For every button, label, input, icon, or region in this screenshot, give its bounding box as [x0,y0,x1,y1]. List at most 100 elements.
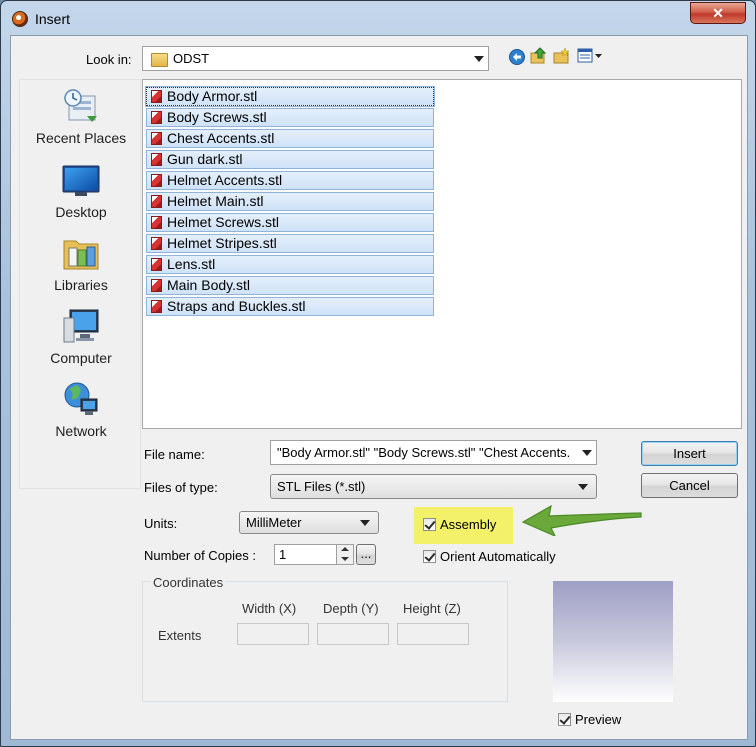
file-item[interactable]: Gun dark.stl [146,150,434,169]
file-item[interactable]: Straps and Buckles.stl [146,297,434,316]
place-label: Network [55,423,107,439]
depth-label: Depth (Y) [323,601,379,616]
place-libraries[interactable]: Libraries [20,235,142,293]
stl-file-icon [151,279,162,292]
file-item[interactable]: Chest Accents.stl [146,129,434,148]
place-label: Computer [50,350,112,366]
preview-label[interactable]: Preview [575,712,621,727]
units-value: MilliMeter [246,515,302,530]
place-desktop[interactable]: Desktop [20,162,142,220]
spin-up-icon[interactable] [341,547,349,551]
insert-button[interactable]: Insert [641,441,738,466]
file-name-label: File name: [144,447,205,462]
orient-label[interactable]: Orient Automatically [440,549,556,564]
file-item[interactable]: Body Screws.stl [146,108,434,127]
place-label: Desktop [55,204,107,220]
units-dropdown[interactable]: MilliMeter [239,511,379,534]
insert-dialog: Insert ✕ Look in: ODST Recent Places Des… [0,0,756,747]
up-folder-icon[interactable] [530,47,548,65]
look-in-dropdown[interactable]: ODST [142,46,489,71]
stl-file-icon [151,132,162,145]
extents-label: Extents [158,628,202,643]
view-menu-icon[interactable] [577,47,605,65]
preview-checkbox[interactable] [558,713,571,726]
stl-file-icon [151,90,162,103]
file-item[interactable]: Body Armor.stl [145,86,435,107]
height-label: Height (Z) [403,601,461,616]
stl-file-icon [151,237,162,250]
place-label: Libraries [54,277,108,293]
file-type-dropdown[interactable]: STL Files (*.stl) [270,474,597,499]
recent-places-icon [64,89,97,122]
network-icon [64,382,98,415]
width-label: Width (X) [242,601,297,616]
file-name: Helmet Stripes.stl [167,235,277,251]
copies-input[interactable]: 1 [274,544,337,565]
place-network[interactable]: Network [20,381,142,439]
file-name: Helmet Main.stl [167,193,264,209]
units-label: Units: [144,516,178,531]
place-computer[interactable]: Computer [20,308,142,366]
look-in-label: Look in: [86,52,132,67]
chevron-down-icon [578,484,588,490]
look-in-value: ODST [173,51,210,66]
place-label: Recent Places [35,130,127,146]
chevron-down-icon[interactable] [582,450,592,456]
file-list[interactable]: Body Armor.stl Body Screws.stl Chest Acc… [142,79,742,429]
back-icon[interactable] [508,48,526,66]
file-name-combo[interactable]: "Body Armor.stl" "Body Screws.stl" "Ches… [270,440,597,465]
cancel-button[interactable]: Cancel [641,473,738,498]
file-item[interactable]: Main Body.stl [146,276,434,295]
chevron-down-icon [474,56,484,62]
title-bar[interactable]: Insert ✕ [1,1,756,35]
file-name: Body Armor.stl [167,88,258,104]
stl-file-icon [151,111,162,124]
new-folder-icon[interactable] [553,47,571,65]
stl-file-icon [151,195,162,208]
chevron-down-icon [360,520,370,526]
file-name: Helmet Screws.stl [167,214,280,230]
stl-file-icon [151,300,162,313]
app-icon [12,11,28,27]
window-title: Insert [35,11,71,27]
file-item[interactable]: Helmet Main.stl [146,192,434,211]
file-name-value[interactable]: "Body Armor.stl" "Body Screws.stl" "Ches… [277,445,574,460]
stl-file-icon [151,258,162,271]
copies-stepper[interactable] [336,544,354,565]
dialog-body: Look in: ODST Recent Places Desktop Libr… [10,35,748,740]
orient-checkbox[interactable] [423,550,436,563]
places-bar: Recent Places Desktop Libraries Computer… [19,79,141,489]
place-recent-places[interactable]: Recent Places [20,88,142,146]
file-type-value: STL Files (*.stl) [277,479,366,494]
extents-height-field [397,623,469,645]
file-type-label: Files of type: [144,480,218,495]
file-name: Straps and Buckles.stl [167,298,306,314]
extents-depth-field [317,623,389,645]
file-name: Body Screws.stl [167,109,267,125]
stl-file-icon [151,153,162,166]
spin-down-icon[interactable] [341,557,349,561]
browse-button[interactable]: ... [356,544,376,565]
close-button[interactable]: ✕ [690,2,746,24]
extents-width-field [237,623,309,645]
file-item[interactable]: Helmet Stripes.stl [146,234,434,253]
file-name: Chest Accents.stl [167,130,275,146]
coordinates-title: Coordinates [151,575,226,590]
preview-pane [553,581,673,702]
desktop-icon [62,165,100,196]
folder-icon [151,53,168,67]
copies-label: Number of Copies : [144,548,256,563]
file-item[interactable]: Helmet Screws.stl [146,213,434,232]
stl-file-icon [151,216,162,229]
file-item[interactable]: Helmet Accents.stl [146,171,434,190]
file-name: Main Body.stl [167,277,250,293]
libraries-icon [63,240,99,270]
copies-value[interactable]: 1 [279,547,286,562]
file-item[interactable]: Lens.stl [146,255,434,274]
file-name: Lens.stl [167,256,216,272]
assembly-checkbox[interactable] [423,518,436,531]
computer-icon [63,309,99,343]
assembly-label[interactable]: Assembly [440,517,496,532]
stl-file-icon [151,174,162,187]
annotation-arrow [521,504,642,536]
